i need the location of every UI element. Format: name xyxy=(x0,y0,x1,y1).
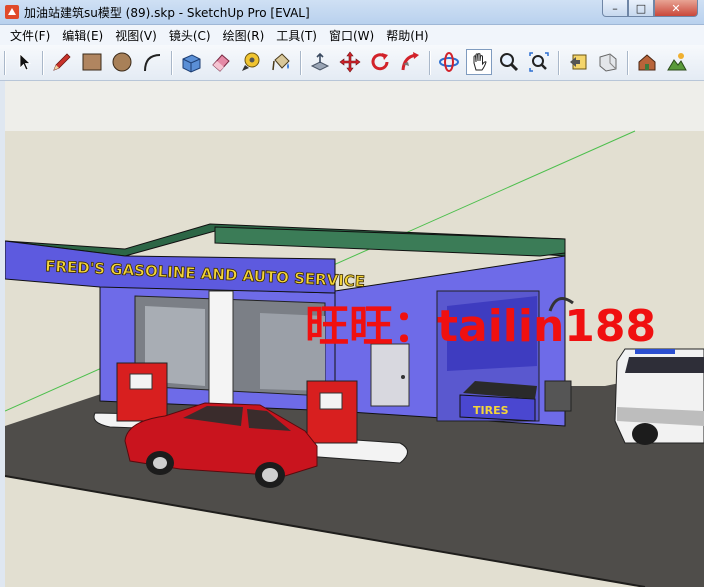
menu-edit[interactable]: 编辑(E) xyxy=(56,27,109,44)
menu-camera[interactable]: 镜头(C) xyxy=(163,27,217,44)
menu-tools[interactable]: 工具(T) xyxy=(270,27,323,44)
follow-me-tool-button[interactable] xyxy=(397,49,423,75)
oil-rack xyxy=(544,380,572,412)
move-tool-button[interactable] xyxy=(337,49,363,75)
pan-tool-button[interactable] xyxy=(466,49,492,75)
previous-view-button[interactable] xyxy=(565,49,591,75)
arc-tool-button[interactable] xyxy=(139,49,165,75)
menu-bar: 文件(F) 编辑(E) 视图(V) 镜头(C) 绘图(R) 工具(T) 窗口(W… xyxy=(0,25,704,45)
push-pull-tool-button[interactable] xyxy=(178,49,204,75)
toolbar-separator xyxy=(558,51,560,75)
support-column xyxy=(208,290,234,407)
push-pull-icon xyxy=(182,54,201,73)
toolbar-separator xyxy=(300,51,302,75)
tape-measure-tool-button[interactable] xyxy=(238,49,264,75)
pencil-icon xyxy=(53,53,71,71)
rotate-tool-button[interactable] xyxy=(367,49,393,75)
fuel-pump-left xyxy=(116,362,168,422)
tape-measure-icon xyxy=(242,52,260,71)
tires-label: TIRES xyxy=(473,404,509,417)
toolbar-grip[interactable] xyxy=(4,51,6,75)
gas-station-scene: FRED'S GASOLINE AND AUTO SERVICE TIRES 旺… xyxy=(5,81,704,587)
zoom-extents-icon xyxy=(529,52,549,72)
door-handle xyxy=(401,375,405,379)
close-button[interactable]: ✕ xyxy=(654,0,698,17)
toolbar-separator xyxy=(627,51,629,75)
magnifier-icon xyxy=(500,53,519,72)
menu-help[interactable]: 帮助(H) xyxy=(380,27,434,44)
orbit-icon xyxy=(439,52,459,72)
follow-me-icon xyxy=(401,52,419,71)
toolbar-separator xyxy=(171,51,173,75)
building-door xyxy=(370,343,410,407)
circle-tool-button[interactable] xyxy=(109,49,135,75)
pump-left-display xyxy=(129,373,153,390)
sky-band xyxy=(5,81,704,131)
move-up-button[interactable] xyxy=(307,49,333,75)
close-icon: ✕ xyxy=(671,1,681,15)
arc-icon xyxy=(144,54,161,72)
watermark-text: 旺旺：tailin188 xyxy=(305,301,656,352)
circle-icon xyxy=(112,52,132,72)
toolbar-separator xyxy=(429,51,431,75)
stack-icon xyxy=(310,52,330,71)
previous-view-icon xyxy=(570,54,587,70)
menu-view[interactable]: 视图(V) xyxy=(109,27,163,44)
select-arrow-icon xyxy=(19,53,32,71)
eraser-icon xyxy=(212,54,230,72)
minimize-button[interactable]: – xyxy=(602,0,628,17)
rectangle-icon xyxy=(82,53,102,71)
terrain-icon xyxy=(667,53,687,71)
add-location-button[interactable] xyxy=(634,49,660,75)
zoom-tool-button[interactable] xyxy=(496,49,522,75)
toolbar-separator xyxy=(42,51,44,75)
sketchup-window: 加油站建筑su模型 (89).skp - SketchUp Pro [EVAL]… xyxy=(0,0,704,587)
rectangle-tool-button[interactable] xyxy=(79,49,105,75)
paint-bucket-tool-button[interactable] xyxy=(268,49,294,75)
eraser-tool-button[interactable] xyxy=(208,49,234,75)
next-view-icon xyxy=(599,53,617,72)
menu-file[interactable]: 文件(F) xyxy=(4,27,56,44)
window-title: 加油站建筑su模型 (89).skp - SketchUp Pro [EVAL] xyxy=(24,6,310,20)
zoom-extents-button[interactable] xyxy=(526,49,552,75)
fuel-pump-right xyxy=(306,380,358,444)
house-location-icon xyxy=(638,54,656,71)
maximize-icon: □ xyxy=(635,1,647,15)
next-view-button[interactable] xyxy=(595,49,621,75)
select-tool-button[interactable] xyxy=(12,49,38,75)
title-bar: 加油站建筑su模型 (89).skp - SketchUp Pro [EVAL]… xyxy=(0,0,704,25)
pump-right-display xyxy=(319,392,343,410)
hand-icon xyxy=(473,53,487,71)
menu-draw[interactable]: 绘图(R) xyxy=(217,27,271,44)
sketchup-app-icon xyxy=(5,5,19,19)
toggle-terrain-button[interactable] xyxy=(664,49,690,75)
orbit-tool-button[interactable] xyxy=(436,49,462,75)
main-toolbar xyxy=(0,45,704,81)
line-tool-button[interactable] xyxy=(49,49,75,75)
minimize-icon: – xyxy=(612,1,618,15)
white-van xyxy=(614,348,704,445)
move-arrows-icon xyxy=(339,51,361,73)
menu-window[interactable]: 窗口(W) xyxy=(323,27,380,44)
paint-bucket-icon xyxy=(272,53,290,71)
rotate-icon xyxy=(371,53,389,71)
maximize-button[interactable]: □ xyxy=(628,0,654,17)
model-viewport[interactable]: FRED'S GASOLINE AND AUTO SERVICE TIRES 旺… xyxy=(5,81,704,587)
